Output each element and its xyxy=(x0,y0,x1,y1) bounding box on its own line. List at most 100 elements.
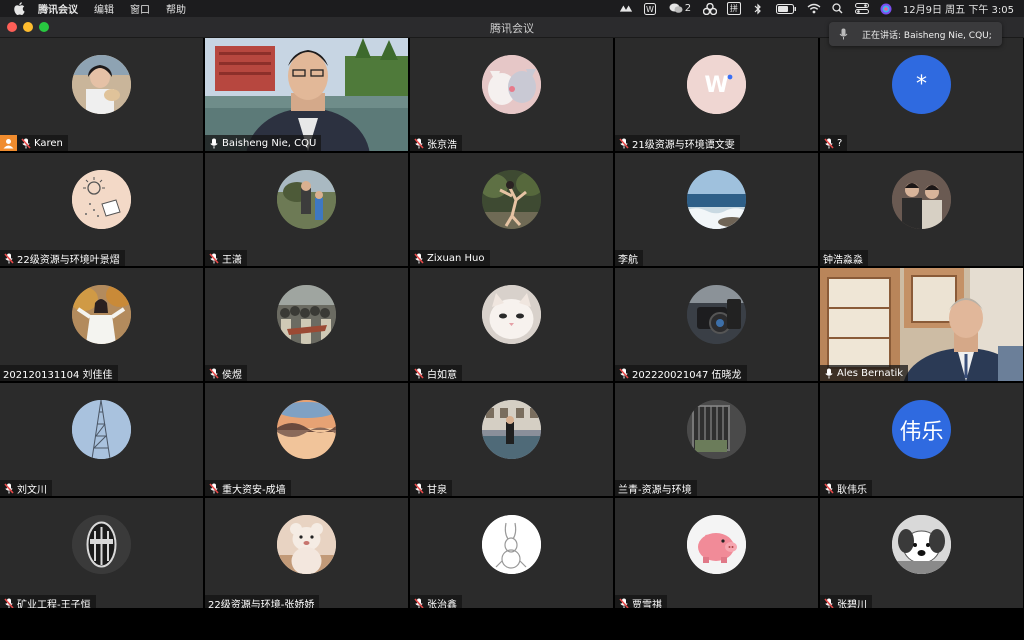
participant-tile[interactable]: Ales Bernatik xyxy=(820,268,1023,381)
participant-name: 王潇 xyxy=(222,254,242,266)
mic-icon xyxy=(823,367,834,379)
bluetooth-icon[interactable] xyxy=(751,3,765,15)
control-center-icon[interactable] xyxy=(854,3,869,15)
wechat-icon[interactable]: 2 xyxy=(667,3,693,15)
participant-tile[interactable]: W 21级资源与环境谭文雯 xyxy=(615,38,818,151)
participant-name: 重大资安-成墙 xyxy=(222,484,286,496)
svg-text:W: W xyxy=(646,5,654,14)
participant-tile[interactable]: 兰青-资源与环境 xyxy=(615,383,818,496)
participant-tile[interactable]: *? xyxy=(820,38,1023,151)
participant-label: 侯煜 xyxy=(205,365,247,381)
participant-label: Karen xyxy=(17,135,68,151)
host-person-icon xyxy=(0,135,17,151)
participant-tile[interactable]: 伟乐耿伟乐 xyxy=(820,383,1023,496)
wps-icon[interactable]: W xyxy=(643,2,657,15)
wifi-icon[interactable] xyxy=(807,3,821,15)
participant-tile[interactable]: 李航 xyxy=(615,153,818,266)
participant-label: 21级资源与环境谭文雯 xyxy=(615,135,740,151)
apple-icon[interactable] xyxy=(12,2,26,16)
participant-avatar xyxy=(687,400,746,459)
participant-avatar xyxy=(482,55,541,114)
menu-window[interactable]: 窗口 xyxy=(130,1,150,16)
participant-name: Zixuan Huo xyxy=(427,252,485,264)
search-icon[interactable] xyxy=(831,3,845,15)
participant-avatar xyxy=(687,515,746,574)
participant-label: 202120131104 刘佳佳 xyxy=(0,365,118,381)
participant-name: Ales Bernatik xyxy=(837,367,904,379)
participant-tile[interactable]: 贾雪祺 xyxy=(615,498,818,611)
participant-name: 白如意 xyxy=(427,369,457,381)
bottom-area xyxy=(0,608,1024,640)
participant-avatar xyxy=(482,515,541,574)
participant-label: 甘泉 xyxy=(410,480,452,496)
wechat-badge-count: 2 xyxy=(684,3,692,14)
participant-label: 刘文川 xyxy=(0,480,52,496)
mic-muted-icon xyxy=(413,482,424,494)
participant-avatar xyxy=(482,400,541,459)
participant-avatar xyxy=(482,170,541,229)
participant-tile[interactable]: 22级资源与环境叶景熠 xyxy=(0,153,203,266)
participant-avatar xyxy=(687,170,746,229)
participant-name: 21级资源与环境谭文雯 xyxy=(632,139,735,151)
menu-edit[interactable]: 编辑 xyxy=(94,1,114,16)
participant-label: 钟浩淼淼 xyxy=(820,250,868,266)
participant-avatar xyxy=(277,170,336,229)
participant-grid: Karen Baisheng Nie, CQU 张京浩 W 21级资源与环境谭文雯 *? 2… xyxy=(0,38,1024,611)
participant-avatar xyxy=(72,285,131,344)
participant-tile[interactable]: 王潇 xyxy=(205,153,408,266)
participant-avatar xyxy=(72,515,131,574)
participant-name: Baisheng Nie, CQU xyxy=(222,137,317,149)
participant-tile[interactable]: 钟浩淼淼 xyxy=(820,153,1023,266)
participant-avatar xyxy=(72,400,131,459)
participant-name: 202120131104 刘佳佳 xyxy=(3,369,113,381)
participant-tile[interactable]: 张治鑫 xyxy=(410,498,613,611)
mic-muted-icon xyxy=(618,367,629,379)
participant-name: 张京浩 xyxy=(427,139,457,151)
participant-tile[interactable]: 重大资安-成墙 xyxy=(205,383,408,496)
menu-app-name[interactable]: 腾讯会议 xyxy=(38,1,78,16)
participant-name: 李航 xyxy=(618,254,638,266)
participant-label: 王潇 xyxy=(205,250,247,266)
participant-avatar: 伟乐 xyxy=(892,400,951,459)
participant-name: 202220021047 伍晓龙 xyxy=(632,369,742,381)
participant-avatar xyxy=(892,515,951,574)
participant-avatar: W xyxy=(687,55,746,114)
mic-muted-icon xyxy=(3,252,14,264)
participant-tile[interactable]: 张碧川 xyxy=(820,498,1023,611)
tencent-meeting-tray-icon[interactable] xyxy=(619,3,633,15)
participant-name: 耿伟乐 xyxy=(837,484,867,496)
participant-label: ? xyxy=(820,135,848,151)
participant-tile[interactable]: Karen xyxy=(0,38,203,151)
participant-name: 甘泉 xyxy=(427,484,447,496)
mic-muted-icon xyxy=(413,367,424,379)
participant-tile[interactable]: 22级资源与环境-张娇娇 xyxy=(205,498,408,611)
app-cluster-icon[interactable] xyxy=(702,2,717,15)
participant-name: 兰青-资源与环境 xyxy=(618,484,692,496)
mic-muted-icon xyxy=(208,252,219,264)
menu-help[interactable]: 帮助 xyxy=(166,1,186,16)
siri-icon[interactable] xyxy=(879,3,893,15)
participant-tile[interactable]: 白如意 xyxy=(410,268,613,381)
input-method-icon[interactable]: 拼 xyxy=(726,2,741,15)
participant-tile[interactable]: 202120131104 刘佳佳 xyxy=(0,268,203,381)
participant-tile[interactable]: 202220021047 伍晓龙 xyxy=(615,268,818,381)
participant-name: ? xyxy=(837,137,843,149)
mic-muted-icon xyxy=(20,137,31,149)
menu-clock[interactable]: 12月9日 周五 下午 3:05 xyxy=(903,1,1014,16)
participant-name: 刘文川 xyxy=(17,484,47,496)
mic-muted-icon xyxy=(618,137,629,149)
participant-avatar: * xyxy=(892,55,951,114)
participant-tile[interactable]: 刘文川 xyxy=(0,383,203,496)
battery-icon[interactable] xyxy=(775,3,797,15)
participant-avatar xyxy=(277,515,336,574)
svg-text:W: W xyxy=(704,73,728,98)
mic-icon xyxy=(208,137,219,149)
participant-label: 兰青-资源与环境 xyxy=(615,480,697,496)
participant-tile[interactable]: 侯煜 xyxy=(205,268,408,381)
participant-tile[interactable]: Zixuan Huo xyxy=(410,153,613,266)
speaking-mic-icon xyxy=(839,28,848,40)
participant-tile[interactable]: 矿业工程-王子恒 xyxy=(0,498,203,611)
participant-tile[interactable]: 甘泉 xyxy=(410,383,613,496)
participant-tile[interactable]: Baisheng Nie, CQU xyxy=(205,38,408,151)
participant-tile[interactable]: 张京浩 xyxy=(410,38,613,151)
